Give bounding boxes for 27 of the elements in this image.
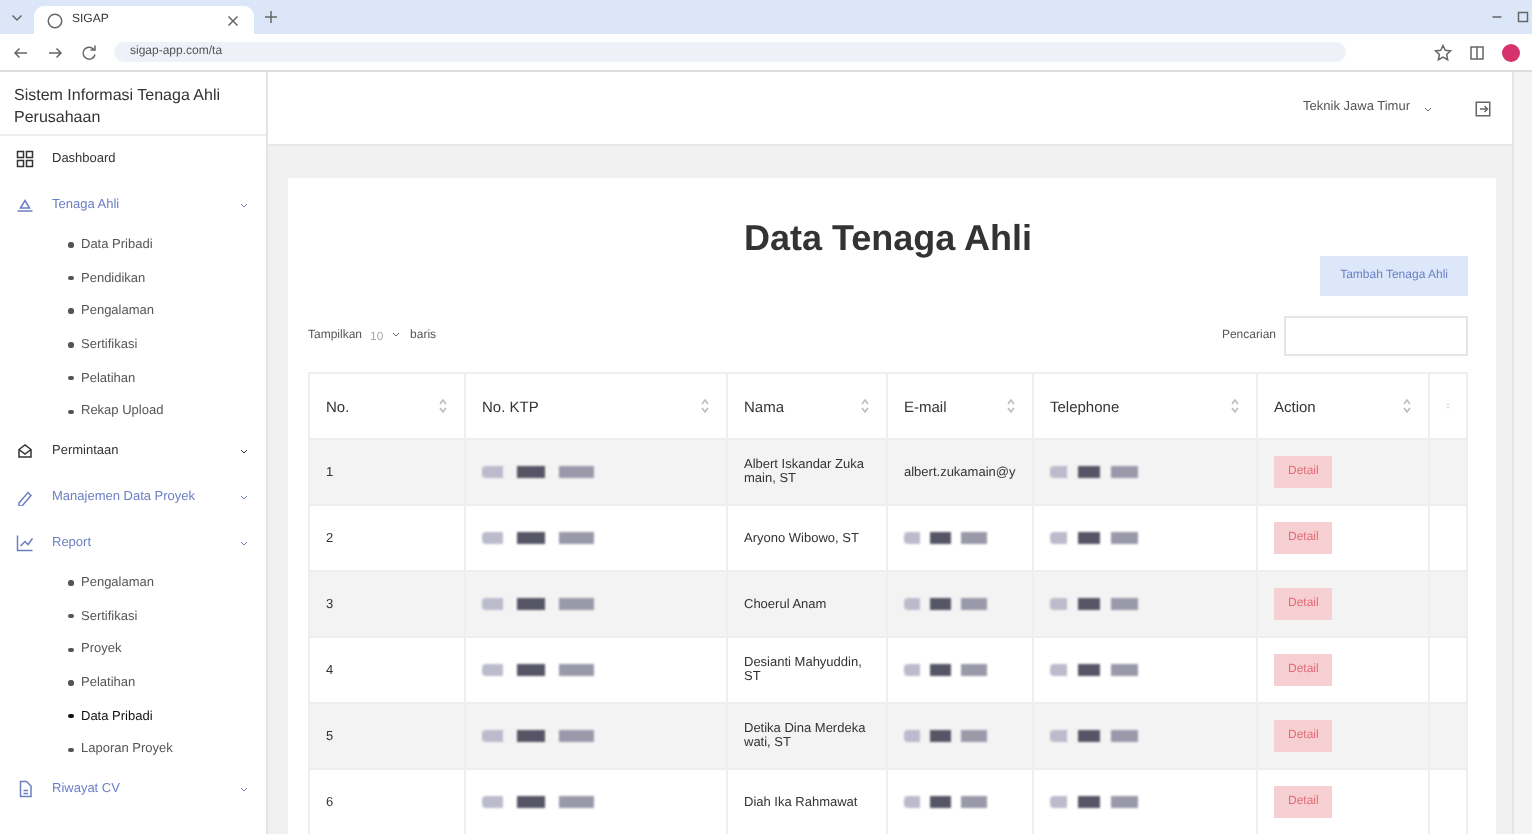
app-title: Sistem Informasi Tenaga Ahli Perusahaan [0, 72, 266, 136]
new-tab-icon[interactable] [262, 8, 280, 26]
profile-avatar[interactable] [1502, 43, 1520, 61]
search-field[interactable] [1284, 316, 1468, 356]
forward-icon[interactable] [46, 43, 64, 61]
close-icon[interactable] [224, 11, 242, 29]
restore-icon[interactable] [1514, 8, 1532, 26]
menu-icon [16, 780, 34, 799]
menu-icon [16, 196, 34, 214]
star-icon[interactable] [1434, 43, 1452, 61]
back-icon[interactable] [12, 43, 30, 61]
sort-icon[interactable] [700, 398, 710, 414]
menu-icon [16, 150, 34, 168]
page-title: Data Tenaga Ahli [741, 216, 1035, 260]
menu-icon [16, 534, 34, 553]
sort-icon[interactable] [1230, 398, 1240, 414]
logout-icon[interactable] [1474, 99, 1492, 117]
scrollbar[interactable] [1512, 72, 1532, 834]
sort-icon[interactable] [1006, 398, 1016, 414]
reload-icon[interactable] [80, 43, 98, 61]
sort-icon[interactable] [1402, 398, 1412, 414]
globe-icon [46, 11, 64, 29]
side-panel-icon[interactable] [1468, 43, 1486, 61]
sort-icon[interactable] [860, 398, 870, 414]
menu-icon [16, 488, 34, 507]
sort-icon[interactable] [438, 398, 448, 414]
menu-icon [16, 442, 34, 461]
